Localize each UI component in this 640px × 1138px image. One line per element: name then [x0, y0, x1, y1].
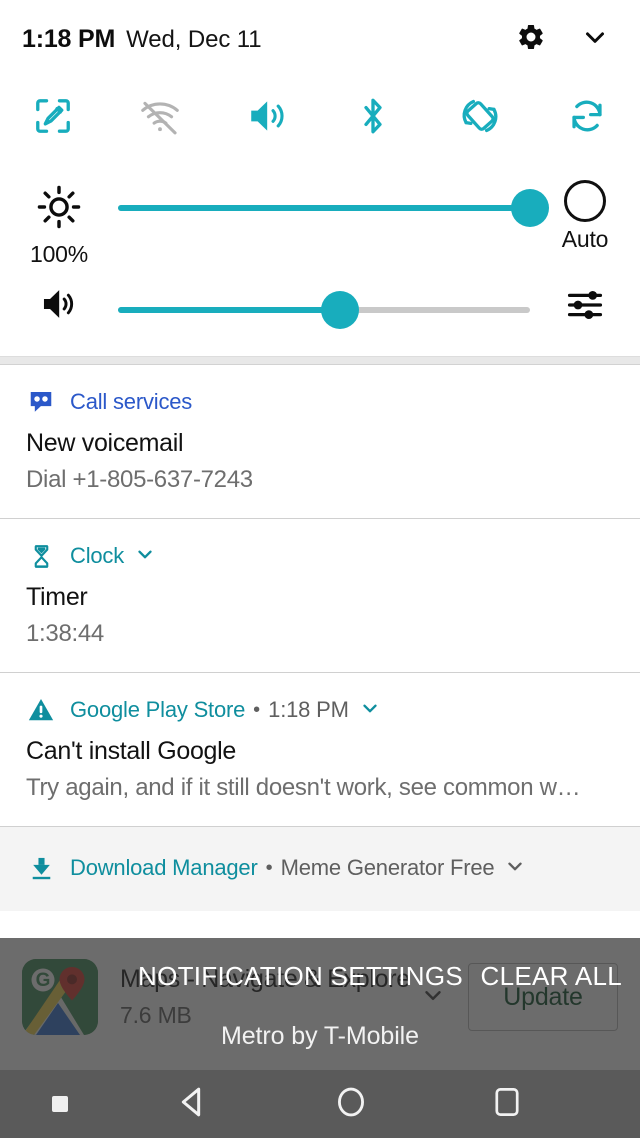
volume-up-icon: [245, 94, 289, 143]
notification-subtitle: Meme Generator Free: [280, 855, 495, 880]
notification-title: Timer: [26, 583, 88, 611]
status-date: Wed, Dec 11: [126, 25, 262, 53]
chevron-down-icon: [359, 697, 381, 724]
brightness-sun-icon: [36, 184, 82, 235]
notification-clock[interactable]: Clock Timer 1:38:44: [0, 518, 640, 672]
brightness-row: 100% Auto: [0, 170, 640, 267]
volume-indicator: [0, 272, 118, 331]
notification-list: Call services New voicemail Dial +1-805-…: [0, 365, 640, 911]
notification-separator-dot: •: [265, 856, 273, 879]
auto-rotate-icon: [458, 94, 502, 143]
hourglass-icon: [26, 541, 56, 571]
sound-tile[interactable]: [213, 82, 320, 154]
clear-all-label: CLEAR ALL: [480, 960, 622, 991]
sync-tile[interactable]: [533, 82, 640, 154]
chevron-down-icon: [580, 22, 610, 57]
nav-recents-button[interactable]: [442, 1070, 572, 1138]
wifi-off-icon: [138, 94, 182, 143]
auto-brightness-label: Auto: [561, 226, 609, 252]
settings-button[interactable]: [508, 16, 554, 62]
recents-square-icon: [489, 1084, 525, 1125]
notification-app-name: Download Manager: [70, 855, 258, 880]
notification-expand-button[interactable]: [504, 855, 526, 882]
gear-icon: [516, 22, 546, 57]
notification-expand-button[interactable]: [134, 543, 156, 570]
notification-call-services[interactable]: Call services New voicemail Dial +1-805-…: [0, 365, 640, 518]
navigation-bar: [0, 1070, 640, 1138]
nav-back-button[interactable]: [128, 1070, 258, 1138]
notification-settings-button[interactable]: NOTIFICATION SETTINGS: [138, 950, 463, 1002]
brightness-indicator: 100%: [0, 170, 118, 268]
notification-app-name: Call services: [70, 389, 193, 414]
wifi-tile[interactable]: [107, 82, 214, 154]
capture-edit-icon: [32, 95, 74, 142]
status-bar-actions: [508, 16, 618, 62]
notification-download-manager[interactable]: Download Manager • Meme Generator Free: [0, 826, 640, 911]
brightness-slider[interactable]: [118, 184, 549, 232]
notification-title: New voicemail: [26, 429, 184, 457]
download-icon: [26, 853, 56, 883]
carrier-label: Metro by T-Mobile: [221, 1022, 419, 1050]
notification-header: Google Play Store • 1:18 PM: [26, 695, 614, 725]
notification-dot-icon: [52, 1096, 68, 1112]
brightness-slider-knob[interactable]: [511, 189, 549, 227]
notification-text: Dial +1-805-637-7243: [26, 466, 253, 493]
notification-header: Clock: [26, 541, 614, 571]
auto-brightness-circle-icon: [564, 180, 606, 222]
shade-footer-actions: NOTIFICATION SETTINGS CLEAR ALL: [0, 950, 640, 1002]
clear-all-button[interactable]: CLEAR ALL: [481, 950, 622, 1002]
sync-icon: [566, 95, 608, 142]
quick-settings-separator: [0, 356, 640, 365]
expand-shade-button[interactable]: [572, 16, 618, 62]
notification-settings-label: NOTIFICATION SETTINGS: [138, 960, 464, 991]
volume-slider-fill: [118, 307, 341, 313]
notification-title: Can't install Google: [26, 737, 237, 765]
notification-expand-button[interactable]: [359, 697, 381, 724]
volume-slider[interactable]: [118, 286, 530, 334]
notification-shade: 1:18 PM Wed, Dec 11 100% Auto Call servi…: [0, 0, 640, 938]
auto-rotate-tile[interactable]: [427, 82, 534, 154]
back-triangle-icon: [173, 1082, 213, 1127]
notification-time: 1:18 PM: [268, 697, 349, 722]
volume-row: [0, 272, 640, 334]
chevron-down-icon: [134, 543, 156, 570]
brightness-slider-fill: [118, 205, 530, 211]
home-circle-icon: [332, 1083, 370, 1126]
notification-separator-dot: •: [253, 698, 261, 721]
quick-settings-toggles: [0, 82, 640, 154]
notification-text: 1:38:44: [26, 620, 104, 647]
volume-up-icon: [37, 282, 81, 331]
notification-dot-slot: [0, 1096, 120, 1112]
notification-app-name: Clock: [70, 543, 125, 568]
volume-settings-button[interactable]: [530, 272, 640, 331]
notification-header: Call services: [26, 387, 614, 417]
volume-slider-knob[interactable]: [321, 291, 360, 329]
warning-triangle-icon: [26, 695, 56, 725]
nav-home-button[interactable]: [286, 1070, 416, 1138]
voicemail-icon: [26, 387, 56, 417]
chevron-down-icon: [504, 855, 526, 882]
status-time: 1:18 PM: [22, 24, 116, 53]
notification-app-name: Google Play Store: [70, 697, 246, 722]
tuner-sliders-icon: [564, 284, 606, 331]
notification-google-play-store[interactable]: Google Play Store • 1:18 PM Can't instal…: [0, 672, 640, 826]
capture-plus-tile[interactable]: [0, 82, 107, 154]
brightness-value-label: 100%: [29, 241, 89, 267]
status-bar: 1:18 PM Wed, Dec 11: [0, 0, 640, 78]
bluetooth-tile[interactable]: [320, 82, 427, 154]
notification-text: Try again, and if it still doesn't work,…: [26, 774, 581, 801]
bluetooth-icon: [352, 95, 394, 142]
notification-header: Download Manager • Meme Generator Free: [26, 853, 614, 883]
clock-and-date: 1:18 PM Wed, Dec 11: [22, 25, 262, 54]
